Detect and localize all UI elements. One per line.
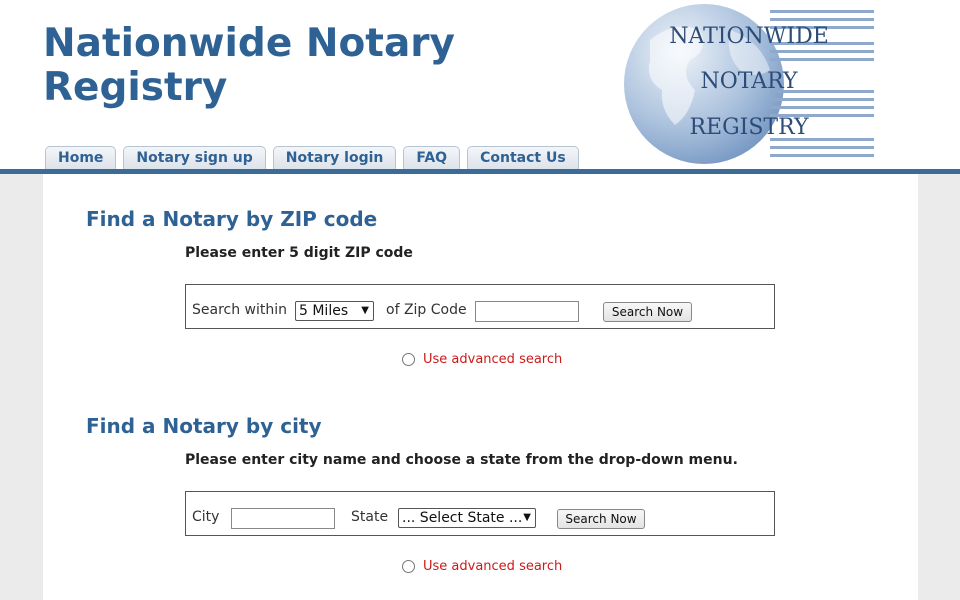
logo-line-2: NOTARY (700, 69, 798, 94)
zip-advanced-label[interactable]: Use advanced search (423, 352, 562, 367)
city-search-form: City State ... Select State ... ▼ Search… (185, 491, 775, 536)
zip-section-title: Find a Notary by ZIP code (86, 207, 378, 231)
site-header: Nationwide Notary Registry NATIONWIDE NO… (0, 0, 960, 169)
state-selected-value: ... Select State ... (402, 510, 523, 526)
city-advanced-radio[interactable] (402, 559, 415, 573)
tab-home[interactable]: Home (45, 146, 117, 169)
city-input[interactable] (231, 508, 335, 529)
city-search-button[interactable]: Search Now (557, 509, 645, 529)
tab-notary-sign-up[interactable]: Notary sign up (123, 146, 266, 169)
radius-selected-value: 5 Miles (299, 303, 349, 319)
tab-faq[interactable]: FAQ (403, 146, 461, 169)
zip-advanced-search[interactable]: Use advanced search (402, 351, 562, 367)
zip-search-button[interactable]: Search Now (603, 302, 692, 322)
zip-code-label: of Zip Code (386, 302, 467, 318)
zip-search-form: Search within 5 Miles ▼ of Zip Code Sear… (185, 284, 775, 329)
zip-advanced-radio[interactable] (402, 352, 415, 366)
city-section-title: Find a Notary by city (86, 414, 322, 438)
logo-line-3: REGISTRY (689, 115, 809, 140)
city-advanced-label[interactable]: Use advanced search (423, 559, 562, 574)
site-logo[interactable]: NATIONWIDE NOTARY REGISTRY (620, 0, 880, 169)
chevron-down-icon: ▼ (361, 305, 369, 316)
main-nav: Home Notary sign up Notary login FAQ Con… (45, 146, 579, 169)
tab-contact-us[interactable]: Contact Us (467, 146, 579, 169)
state-label: State (351, 509, 389, 525)
search-within-label: Search within (192, 302, 288, 318)
tab-notary-login[interactable]: Notary login (272, 146, 397, 169)
zip-code-input[interactable] (475, 301, 579, 322)
zip-instruction: Please enter 5 digit ZIP code (185, 245, 413, 261)
city-advanced-search[interactable]: Use advanced search (402, 558, 562, 574)
state-select[interactable]: ... Select State ... ▼ (398, 508, 536, 528)
city-label: City (192, 509, 220, 525)
main-content: Find a Notary by ZIP code Please enter 5… (43, 174, 918, 600)
site-title[interactable]: Nationwide Notary Registry (43, 22, 523, 110)
radius-select[interactable]: 5 Miles ▼ (295, 301, 374, 321)
logo-line-1: NATIONWIDE (669, 24, 829, 49)
globe-icon: NATIONWIDE NOTARY REGISTRY (624, 4, 874, 164)
city-instruction: Please enter city name and choose a stat… (185, 452, 738, 468)
chevron-down-icon: ▼ (523, 512, 531, 523)
